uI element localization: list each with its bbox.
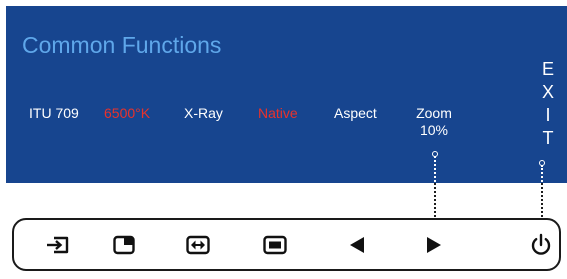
function-xray[interactable]: X-Ray — [184, 105, 223, 121]
power-button[interactable] — [526, 231, 556, 259]
pip-button[interactable] — [109, 231, 139, 259]
zoom-value: 10% — [419, 122, 449, 138]
osd-panel: Common Functions ITU 709 6500°K X-Ray Na… — [6, 6, 567, 183]
exit-pointer-line-inner — [541, 165, 543, 182]
function-native[interactable]: Native — [258, 105, 298, 121]
fit-button[interactable] — [183, 231, 213, 259]
function-6500k[interactable]: 6500°K — [104, 105, 150, 121]
left-arrow-icon — [350, 237, 364, 253]
exit-letter-t: T — [542, 128, 554, 148]
input-button[interactable] — [43, 231, 73, 259]
right-arrow-icon — [427, 237, 441, 253]
window-corner-icon — [113, 235, 135, 255]
exit-letter-x: X — [541, 82, 554, 102]
exit-letter-i: I — [545, 105, 551, 125]
aspect-button[interactable] — [260, 231, 290, 259]
function-itu709[interactable]: ITU 709 — [29, 105, 79, 121]
right-button[interactable] — [419, 231, 449, 259]
frame-icon — [263, 235, 287, 255]
fit-width-icon — [186, 235, 210, 255]
exit-letter-e: E — [541, 59, 554, 79]
function-aspect[interactable]: Aspect — [334, 105, 377, 121]
power-icon — [531, 233, 551, 255]
left-button[interactable] — [342, 231, 372, 259]
input-icon — [47, 236, 69, 254]
osd-title: Common Functions — [22, 32, 222, 58]
function-zoom[interactable]: Zoom 10% — [408, 105, 460, 139]
zoom-pointer-line-inner — [434, 156, 436, 182]
zoom-label: Zoom — [416, 105, 452, 121]
exit-label[interactable]: E X I T — [538, 58, 558, 150]
